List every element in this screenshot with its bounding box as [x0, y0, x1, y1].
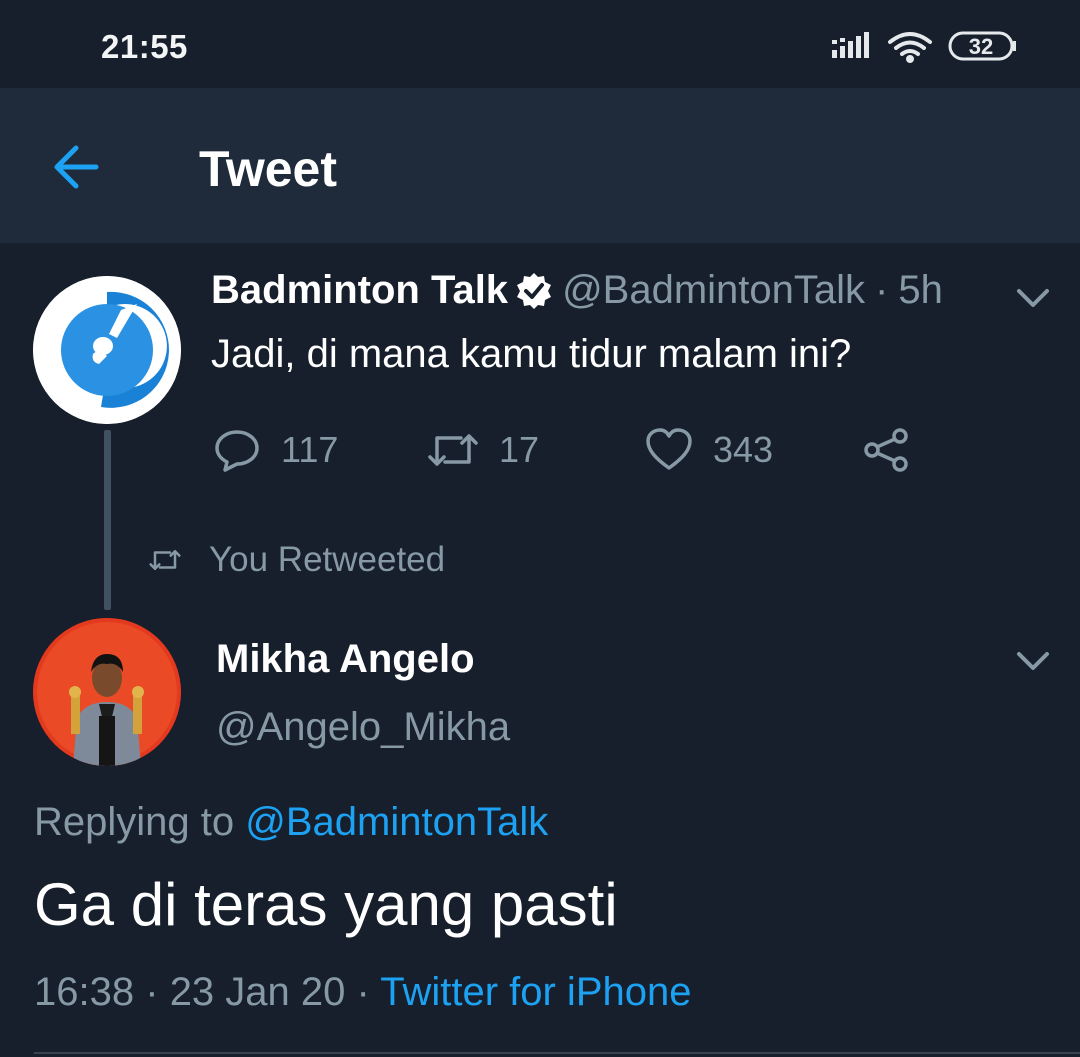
verified-badge-icon — [514, 271, 554, 311]
heart-icon — [646, 428, 692, 470]
avatar-badminton-talk[interactable] — [33, 276, 181, 424]
parent-tweet-header: Badminton Talk @BadmintonTalk · 5h — [211, 268, 943, 324]
retweet-count: 17 — [499, 429, 540, 470]
wifi-icon — [888, 32, 932, 63]
tweet-date: 23 Jan 20 — [169, 970, 346, 1014]
header-separator: · — [875, 268, 889, 312]
app-bar: Tweet — [0, 88, 1080, 243]
replying-to-mention[interactable]: @BadmintonTalk — [245, 800, 548, 844]
author-name[interactable]: Mikha Angelo — [216, 637, 475, 682]
avatar-mikha-angelo[interactable] — [33, 618, 181, 766]
replying-to: Replying to @BadmintonTalk — [34, 800, 548, 845]
meta-separator: · — [145, 970, 159, 1014]
retweet-button[interactable]: 17 — [427, 426, 539, 478]
arrow-left-icon — [54, 145, 99, 189]
page-title: Tweet — [199, 141, 337, 197]
divider — [34, 1052, 1080, 1054]
chevron-down-icon — [1017, 652, 1049, 670]
signal-icon — [832, 32, 869, 58]
chevron-down-icon — [1017, 289, 1049, 307]
retweet-icon — [428, 434, 478, 466]
retweet-indicator: You Retweeted — [147, 540, 445, 580]
meta-separator: · — [356, 970, 370, 1014]
tweet-time-ago: 5h — [898, 268, 943, 312]
tweet-meta: 16:38 · 23 Jan 20 · Twitter for iPhone — [34, 970, 691, 1015]
tweet-source-link[interactable]: Twitter for iPhone — [380, 970, 691, 1014]
reply-count: 117 — [281, 429, 339, 470]
share-icon — [864, 428, 908, 472]
like-count: 343 — [713, 429, 774, 470]
status-time: 21:55 — [101, 28, 188, 65]
avatar-photo — [33, 618, 181, 766]
retweet-indicator-label: You Retweeted — [209, 540, 446, 579]
badminton-talk-logo — [33, 276, 181, 424]
back-button[interactable] — [50, 143, 106, 191]
status-icons: 32 — [832, 28, 1022, 68]
author-name[interactable]: Badminton Talk — [211, 268, 508, 312]
tweet-time: 16:38 — [34, 970, 135, 1014]
thread-connector — [104, 430, 111, 610]
main-tweet-text: Ga di teras yang pasti — [34, 871, 618, 938]
status-bar: 21:55 32 — [0, 0, 1080, 88]
status-icons-svg: 32 — [832, 31, 1016, 63]
reply-icon — [215, 430, 259, 472]
retweet-icon — [149, 550, 181, 570]
main-tweet-menu-button[interactable] — [1015, 648, 1051, 674]
author-handle[interactable]: @Angelo_Mikha — [216, 705, 510, 750]
replying-to-label: Replying to — [34, 800, 235, 844]
battery-level: 32 — [969, 34, 993, 59]
parent-tweet-text: Jadi, di mana kamu tidur malam ini? — [211, 332, 852, 376]
author-handle[interactable]: @BadmintonTalk — [562, 268, 865, 312]
share-button[interactable] — [862, 426, 910, 478]
parent-tweet-menu-button[interactable] — [1015, 285, 1051, 311]
reply-button[interactable]: 117 — [213, 426, 338, 478]
like-button[interactable]: 343 — [645, 426, 773, 478]
